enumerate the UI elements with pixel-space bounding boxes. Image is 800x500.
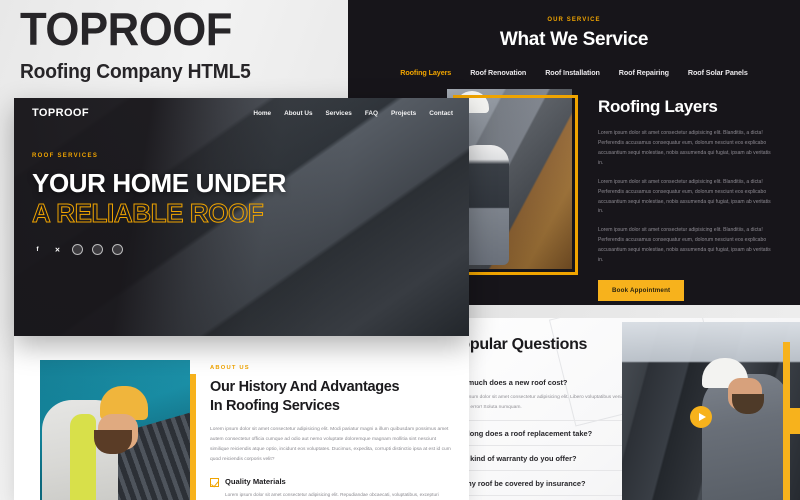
service-paragraph-1: Lorem ipsum dolor sit amet consectetur a…	[598, 130, 771, 166]
feature-item-quality-materials: Quality Materials Lorem ipsum dolor sit …	[210, 477, 455, 500]
about-eyebrow: ABOUT US	[210, 365, 250, 371]
promo-title-block: TOPROOF Roofing Company HTML5	[20, 6, 340, 84]
social-links: f ✕	[32, 244, 469, 256]
about-paragraph: Lorem ipsum dolor sit amet consectetur a…	[210, 427, 451, 462]
about-photo	[40, 360, 190, 500]
hero-eyebrow: ROOF SERVICES	[32, 153, 99, 159]
linkedin-icon[interactable]	[92, 244, 103, 256]
feature-title-quality-materials: Quality Materials	[225, 477, 286, 487]
feature-text-quality-materials: Lorem ipsum dolor sit amet consectetur a…	[225, 492, 439, 498]
nav-item-projects[interactable]: Projects	[391, 110, 416, 117]
video-photo	[622, 322, 800, 500]
page-subtitle: Roofing Company HTML5	[20, 61, 251, 83]
nav-menu: Home About Us Services FAQ Projects Cont…	[253, 110, 453, 117]
about-heading: Our History And Advantages In Roofing Se…	[210, 378, 455, 415]
page-title: TOPROOF	[20, 3, 232, 55]
nav-item-faq[interactable]: FAQ	[365, 110, 378, 117]
service-detail-title: Roofing Layers	[598, 97, 718, 116]
safety-vest-shape	[70, 414, 96, 500]
service-paragraph-2: Lorem ipsum dolor sit amet consectetur a…	[598, 178, 771, 215]
service-image	[447, 89, 578, 275]
nav-item-contact[interactable]: Contact	[429, 110, 453, 117]
about-section: ABOUT US Our History And Advantages In R…	[14, 336, 469, 500]
service-heading: What We Service	[499, 29, 649, 50]
about-heading-line1: Our History And Advantages	[210, 379, 400, 395]
instagram-icon[interactable]	[72, 244, 83, 256]
tab-roof-installation[interactable]: Roof Installation	[545, 68, 600, 77]
pinterest-icon[interactable]	[112, 244, 123, 256]
site-navbar: TOPROOF Home About Us Services FAQ Proje…	[14, 98, 469, 119]
book-appointment-button[interactable]: Book Appointment	[598, 280, 685, 302]
nav-item-home[interactable]: Home	[253, 110, 271, 117]
nav-item-about-us[interactable]: About Us	[284, 110, 312, 117]
nav-item-services[interactable]: Services	[326, 110, 352, 117]
service-detail-text: Roofing Layers Lorem ipsum dolor sit ame…	[578, 95, 800, 302]
service-eyebrow: OUR SERVICE	[547, 17, 601, 23]
service-image-frame	[453, 95, 578, 275]
tab-roofing-layers[interactable]: Roofing Layers	[400, 68, 451, 77]
video-accent-tab	[786, 408, 800, 434]
brand-logo[interactable]: TOPROOF	[32, 107, 89, 119]
video-section	[622, 322, 800, 500]
x-twitter-icon[interactable]: ✕	[52, 244, 63, 255]
tab-roof-renovation[interactable]: Roof Renovation	[470, 68, 526, 77]
hero-section: TOPROOF Home About Us Services FAQ Proje…	[14, 98, 469, 336]
check-square-icon	[210, 478, 219, 488]
service-tab-list: Roofing Layers Roof Renovation Roof Inst…	[348, 68, 800, 77]
tab-roof-solar-panels[interactable]: Roof Solar Panels	[688, 68, 748, 77]
hero-headline-line1: YOUR HOME UNDER	[32, 168, 287, 198]
facebook-icon[interactable]: f	[32, 244, 43, 255]
tab-roof-repairing[interactable]: Roof Repairing	[619, 68, 669, 77]
about-image	[40, 360, 196, 500]
service-paragraph-3: Lorem ipsum dolor sit amet consectetur a…	[598, 227, 771, 264]
hero-headline-line2: A RELIABLE ROOF	[32, 198, 265, 229]
hero-copy: ROOF SERVICES YOUR HOME UNDER A RELIABLE…	[14, 119, 469, 256]
play-button-icon[interactable]	[690, 406, 712, 428]
about-text: ABOUT US Our History And Advantages In R…	[190, 360, 469, 500]
about-heading-line2: In Roofing Services	[210, 397, 340, 414]
